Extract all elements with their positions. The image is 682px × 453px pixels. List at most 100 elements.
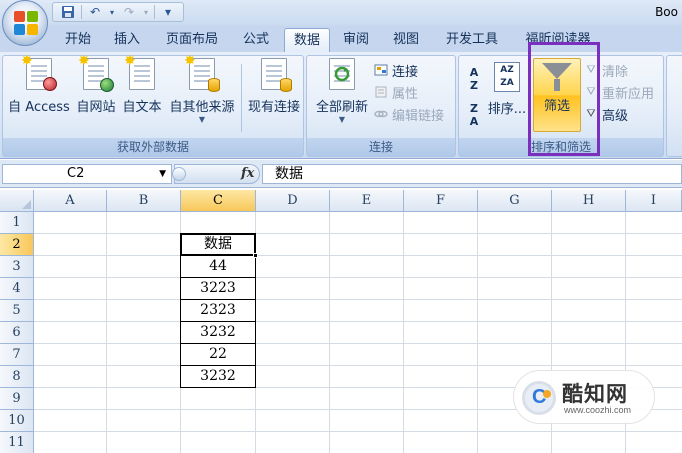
- insert-function-icon[interactable]: fx: [241, 166, 254, 181]
- save-icon[interactable]: [59, 4, 77, 20]
- chevron-down-icon[interactable]: ▼: [159, 165, 166, 183]
- column-header-h[interactable]: H: [552, 190, 626, 212]
- row-header-10[interactable]: 10: [0, 410, 34, 432]
- text-file-icon: ✸: [124, 53, 155, 90]
- refresh-all-label: 全部刷新: [315, 100, 368, 115]
- name-box[interactable]: C2 ▼: [2, 164, 172, 184]
- watermark-title: 酷知网: [562, 382, 628, 406]
- tab-home[interactable]: 开始: [56, 28, 100, 52]
- title-bar: ↶ ▾ ↷ ▾ ▾ Boo: [0, 0, 682, 26]
- cell-c2[interactable]: 数据: [180, 233, 256, 256]
- gridline: [329, 212, 330, 453]
- cell-c7[interactable]: 22: [180, 343, 256, 366]
- from-other-sources-button[interactable]: ✸ 自其他来源 ▼: [165, 53, 239, 124]
- access-icon: ✸: [21, 53, 57, 91]
- column-header-e[interactable]: E: [330, 190, 404, 212]
- column-header-a[interactable]: A: [34, 190, 107, 212]
- column-header-f[interactable]: F: [404, 190, 478, 212]
- existing-connections-button[interactable]: 现有连接: [245, 58, 303, 115]
- row-header-3[interactable]: 3: [0, 256, 34, 278]
- cell-c3[interactable]: 44: [180, 255, 256, 278]
- edit-links-button[interactable]: 编辑链接: [373, 104, 444, 124]
- column-header-d[interactable]: D: [256, 190, 330, 212]
- column-header-g[interactable]: G: [478, 190, 552, 212]
- gridline: [106, 212, 107, 453]
- sort-descending-icon[interactable]: Z A: [463, 102, 485, 142]
- web-icon: ✸: [78, 53, 114, 92]
- edit-links-label: 编辑链接: [392, 108, 445, 124]
- cell-c6[interactable]: 3232: [180, 321, 256, 344]
- toolbar-divider: [81, 5, 82, 19]
- row-header-7[interactable]: 7: [0, 344, 34, 366]
- office-logo-icon: [14, 11, 38, 35]
- connections-label: 连接: [392, 64, 419, 80]
- tab-formulas[interactable]: 公式: [234, 28, 278, 52]
- sort-desc-bottom: A: [469, 115, 479, 128]
- tab-view[interactable]: 视图: [384, 28, 428, 52]
- redo-dropdown-icon[interactable]: ▾: [142, 4, 150, 20]
- tab-review[interactable]: 审阅: [334, 28, 378, 52]
- cell-c8[interactable]: 3232: [180, 365, 256, 388]
- from-access-label: 自 Access: [8, 100, 70, 115]
- properties-label: 属性: [392, 86, 419, 102]
- from-access-button[interactable]: ✸ 自 Access: [7, 53, 71, 115]
- gridline: [34, 255, 682, 256]
- tab-insert[interactable]: 插入: [106, 28, 148, 52]
- sort-label: 排序...: [487, 102, 527, 117]
- refresh-icon: [329, 58, 355, 90]
- sort-dialog-icon: AZ ZA: [494, 62, 520, 92]
- sort-asc-top: A: [469, 66, 479, 79]
- toolbar-divider: [154, 5, 155, 19]
- row-header-8[interactable]: 8: [0, 366, 34, 388]
- other-sources-icon: ✸: [184, 53, 220, 92]
- formula-bar-expand-handle[interactable]: [172, 167, 186, 181]
- refresh-all-button[interactable]: 全部刷新 ▼: [311, 58, 373, 124]
- from-web-button[interactable]: ✸ 自网站: [73, 53, 119, 115]
- cell-c5[interactable]: 2323: [180, 299, 256, 322]
- name-box-value: C2: [67, 166, 85, 181]
- function-button-area: fx: [172, 164, 260, 184]
- group-label: 获取外部数据: [3, 138, 303, 156]
- row-header-2[interactable]: 2: [0, 234, 34, 256]
- chevron-down-icon: ▼: [338, 115, 346, 124]
- connections-icon: [373, 62, 389, 78]
- properties-button[interactable]: 属性: [373, 82, 418, 102]
- tab-developer[interactable]: 开发工具: [436, 28, 508, 52]
- advanced-label: 高级: [602, 108, 629, 124]
- tab-page-layout[interactable]: 页面布局: [156, 28, 228, 52]
- office-button[interactable]: [2, 0, 48, 46]
- cell-c4[interactable]: 3223: [180, 277, 256, 300]
- sort-desc-top: Z: [470, 102, 478, 115]
- column-header-i[interactable]: I: [626, 190, 682, 212]
- watermark: C 酷知网 www.coozhi.com: [513, 370, 655, 424]
- chevron-down-icon: ▼: [198, 115, 206, 124]
- sort-button[interactable]: AZ ZA 排序...: [487, 58, 527, 117]
- gridline: [34, 431, 682, 432]
- fill-handle[interactable]: [253, 253, 258, 258]
- undo-icon[interactable]: ↶: [86, 4, 104, 20]
- sort-ascending-icon[interactable]: A Z: [463, 66, 485, 106]
- row-header-1[interactable]: 1: [0, 212, 34, 234]
- tab-data[interactable]: 数据: [284, 28, 330, 52]
- row-header-9[interactable]: 9: [0, 388, 34, 410]
- row-header-11[interactable]: 11: [0, 432, 34, 453]
- quick-access-toolbar: ↶ ▾ ↷ ▾ ▾: [52, 2, 184, 22]
- column-header-b[interactable]: B: [107, 190, 181, 212]
- undo-dropdown-icon[interactable]: ▾: [108, 4, 116, 20]
- gridline: [403, 212, 404, 453]
- row-header-4[interactable]: 4: [0, 278, 34, 300]
- customize-icon[interactable]: ▾: [159, 4, 177, 20]
- connections-button[interactable]: 连接: [373, 60, 418, 80]
- select-all-button[interactable]: [0, 190, 34, 212]
- formula-input[interactable]: 数据: [262, 164, 682, 184]
- window-title: Boo: [655, 5, 678, 19]
- row-header-6[interactable]: 6: [0, 322, 34, 344]
- from-text-label: 自文本: [122, 100, 162, 115]
- redo-icon[interactable]: ↷: [120, 4, 138, 20]
- column-header-c[interactable]: C: [181, 190, 256, 212]
- from-web-label: 自网站: [76, 100, 116, 115]
- group-data-tools-partial: [666, 55, 682, 157]
- group-get-external-data: ✸ 自 Access ✸ 自网站 ✸ 自文本 ✸ 自其他来源 ▼ 现有连接 获取…: [2, 53, 304, 157]
- row-header-5[interactable]: 5: [0, 300, 34, 322]
- from-text-button[interactable]: ✸ 自文本: [119, 53, 165, 115]
